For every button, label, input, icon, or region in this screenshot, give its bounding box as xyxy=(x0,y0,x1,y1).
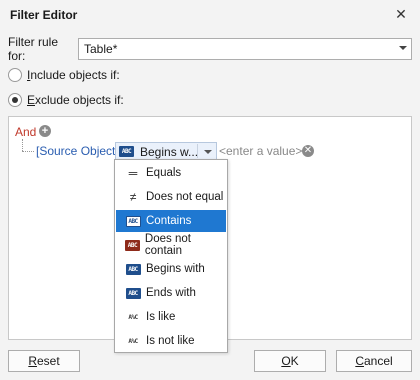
dropdown-item-contains[interactable]: ABC Contains xyxy=(116,210,226,232)
chevron-down-icon xyxy=(399,46,407,50)
divider xyxy=(197,144,198,158)
equals-icon: ═ xyxy=(128,166,138,180)
dropdown-item-is-not-like[interactable]: A%C Is not like xyxy=(116,330,226,352)
plus-circle-icon[interactable]: + xyxy=(39,125,51,137)
ends-with-icon: ABC xyxy=(124,287,142,299)
reset-button[interactable]: Reset xyxy=(8,350,80,372)
filter-rule-select[interactable]: Table* xyxy=(78,38,412,60)
does-not-contain-icon: ABC xyxy=(124,239,141,251)
condition-field[interactable]: [Source Object] xyxy=(36,144,119,158)
dropdown-item-ends-with[interactable]: ABC Ends with xyxy=(116,282,226,304)
dropdown-item-is-like[interactable]: A%C Is like xyxy=(116,306,226,328)
include-objects-radio[interactable]: Include objects if: xyxy=(8,66,120,84)
radio-circle-icon[interactable] xyxy=(8,93,22,107)
cancel-button[interactable]: Cancel xyxy=(336,350,412,372)
dropdown-item-equals[interactable]: ═ Equals xyxy=(116,162,226,184)
operator-selector[interactable]: ABC Begins w... xyxy=(115,142,217,160)
filter-rule-row: Filter rule for: Table* xyxy=(8,35,412,63)
exclude-objects-radio[interactable]: Exclude objects if: xyxy=(8,91,124,109)
group-operator[interactable]: And xyxy=(15,125,36,139)
window-title: Filter Editor xyxy=(10,8,78,22)
value-input[interactable]: <enter a value> xyxy=(219,144,302,158)
dropdown-item-begins-with[interactable]: ABC Begins with xyxy=(116,258,226,280)
filter-editor-dialog: Filter Editor ✕ Filter rule for: Table* … xyxy=(0,0,420,380)
include-objects-label: Include objects if: xyxy=(27,68,120,82)
filter-rule-label: Filter rule for: xyxy=(8,35,59,63)
tree-connector xyxy=(22,151,34,152)
begins-with-icon: ABC xyxy=(124,263,142,275)
exclude-objects-label: Exclude objects if: xyxy=(27,93,124,107)
x-circle-icon[interactable]: ✕ xyxy=(302,145,314,157)
operator-label: Begins w... xyxy=(140,145,199,159)
begins-with-icon: ABC xyxy=(119,146,134,157)
tree-connector xyxy=(22,139,23,151)
chevron-down-icon[interactable] xyxy=(204,150,212,154)
close-icon[interactable]: ✕ xyxy=(392,5,410,23)
dropdown-item-does-not-contain[interactable]: ABC Does not contain xyxy=(116,233,226,257)
operator-dropdown: ═ Equals ≠ Does not equal ABC Contains A… xyxy=(114,159,228,353)
not-equal-icon: ≠ xyxy=(129,190,137,204)
filter-rule-value: Table* xyxy=(84,42,118,56)
dropdown-item-does-not-equal[interactable]: ≠ Does not equal xyxy=(116,186,226,208)
ok-button[interactable]: OK xyxy=(254,350,326,372)
is-like-icon: A%C xyxy=(128,313,138,321)
is-not-like-icon: A%C xyxy=(128,337,138,345)
title-bar: Filter Editor ✕ xyxy=(0,0,420,30)
contains-icon: ABC xyxy=(124,215,142,227)
radio-circle-icon[interactable] xyxy=(8,68,22,82)
